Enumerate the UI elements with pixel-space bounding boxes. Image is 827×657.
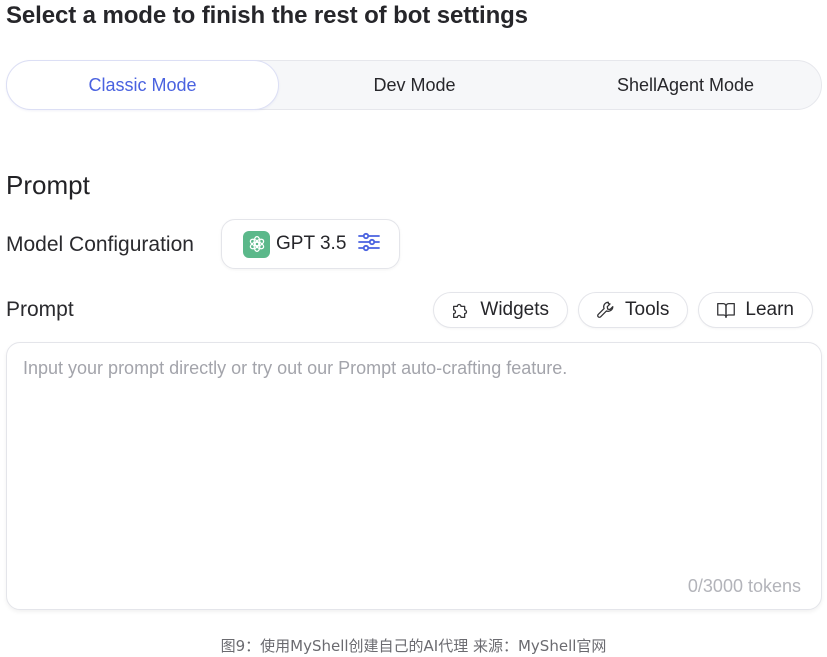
- prompt-editor: 0/3000 tokens: [6, 342, 822, 610]
- prompt-label: Prompt: [6, 298, 74, 321]
- figure-caption: 图9：使用MyShell创建自己的AI代理 来源：MyShell官网: [220, 637, 607, 655]
- prompt-input[interactable]: [23, 355, 805, 569]
- tab-classic-mode[interactable]: Classic Mode: [6, 60, 279, 110]
- learn-label: Learn: [745, 299, 794, 320]
- openai-logo-icon: [243, 230, 270, 258]
- tab-shellagent-mode[interactable]: ShellAgent Mode: [550, 61, 821, 109]
- tools-label: Tools: [625, 299, 670, 320]
- widgets-button[interactable]: Widgets: [433, 292, 569, 328]
- page-title: Select a mode to finish the rest of bot …: [6, 2, 528, 29]
- token-counter: 0/3000 tokens: [687, 576, 801, 596]
- puzzle-icon: [450, 299, 472, 321]
- model-name: GPT 3.5: [276, 233, 347, 254]
- widgets-label: Widgets: [480, 299, 550, 320]
- mode-switcher: Classic Mode Dev Mode ShellAgent Mode: [6, 60, 822, 110]
- model-config-button[interactable]: GPT 3.5: [221, 219, 400, 269]
- prompt-actions: Widgets Tools Learn: [433, 292, 813, 328]
- prompt-section-heading: Prompt: [6, 170, 90, 200]
- learn-button[interactable]: Learn: [698, 292, 813, 328]
- model-configuration-label: Model Configuration: [6, 233, 194, 256]
- sliders-icon[interactable]: [358, 232, 381, 257]
- book-icon: [715, 299, 737, 321]
- tab-dev-mode[interactable]: Dev Mode: [279, 61, 550, 109]
- wrench-icon: [595, 299, 617, 321]
- tools-button[interactable]: Tools: [578, 292, 689, 328]
